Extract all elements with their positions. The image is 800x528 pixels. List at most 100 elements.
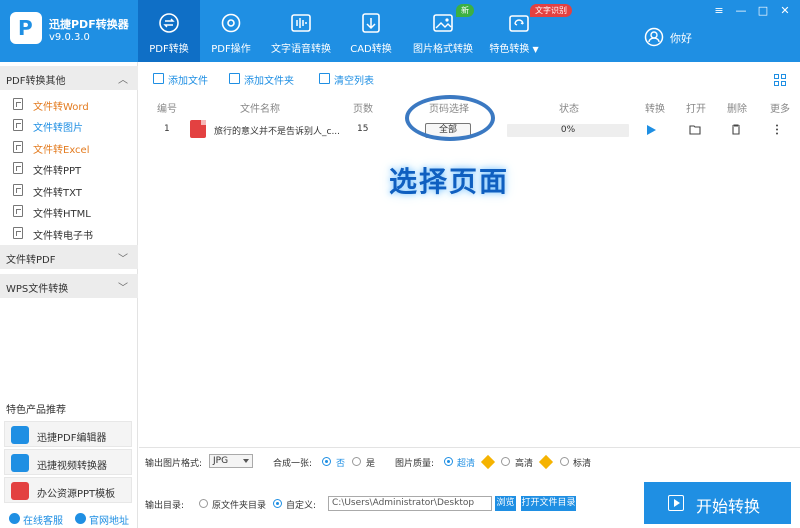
merge-yes-radio[interactable] (352, 457, 361, 466)
section-label: PDF转换其他 (6, 76, 66, 87)
website-link[interactable]: 官网地址 (89, 512, 129, 527)
website-icon (75, 513, 86, 524)
custom-folder-label: 自定义: (286, 501, 317, 511)
add-folder-label: 添加文件夹 (244, 76, 294, 87)
open-folder-button[interactable]: 打开文件目录 (521, 496, 576, 511)
promo-label: 办公资源PPT模板 (37, 489, 116, 500)
custom-folder-radio[interactable] (273, 499, 282, 508)
quality-ultra-radio[interactable] (444, 457, 453, 466)
column-header-convert: 转换 (645, 104, 665, 115)
window-controls: ≡ — □ ✕ (706, 4, 794, 18)
sidebar-item-word[interactable]: 文件转Word (0, 94, 138, 115)
section-file-to-pdf[interactable]: 文件转PDF ﹀ (0, 245, 138, 269)
new-badge: 新 (456, 4, 474, 17)
tab-label-text: 特色转换 (489, 44, 530, 55)
sidebar-item-ebook[interactable]: 文件转电子书 (0, 223, 138, 244)
browse-button[interactable]: 浏览 (495, 496, 516, 511)
close-icon[interactable]: ✕ (776, 4, 794, 18)
ocr-badge: 文字识别 (530, 4, 572, 17)
sidebar-item-label: 文件转电子书 (33, 231, 93, 242)
premium-diamond-icon (538, 454, 554, 470)
ppt-template-icon (11, 482, 29, 500)
maximize-icon[interactable]: □ (754, 4, 772, 18)
output-options: 输出图片格式: JPG 合成一张: 否 是 图片质量: 超清 高清 标清 输出目… (139, 447, 800, 528)
pdf-ops-icon (221, 13, 241, 33)
open-folder-icon[interactable] (689, 124, 701, 135)
promo-pdf-editor[interactable]: 迅捷PDF编辑器 (4, 421, 132, 447)
output-path-input[interactable]: C:\Users\Administrator\Desktop (328, 496, 492, 511)
online-support-link[interactable]: 在线客服 (23, 512, 63, 527)
play-icon (668, 495, 684, 511)
quality-high-radio[interactable] (501, 457, 510, 466)
column-header-index: 编号 (157, 104, 177, 115)
output-dir-label: 输出目录: (145, 501, 185, 511)
file-icon (13, 227, 23, 239)
app-logo: P (10, 12, 42, 44)
more-icon[interactable] (775, 124, 779, 135)
pdf-file-icon (190, 120, 206, 138)
column-header-status: 状态 (559, 104, 579, 115)
cad-icon (362, 13, 380, 33)
quality-ultra-label: 超清 (457, 459, 476, 469)
special-icon (509, 15, 529, 32)
section-wps[interactable]: WPS文件转换 ﹀ (0, 274, 138, 298)
promo-video-converter[interactable]: 迅捷视频转换器 (4, 449, 132, 475)
start-convert-label: 开始转换 (696, 497, 761, 516)
tab-text-voice[interactable]: 文字语音转换 (262, 0, 340, 62)
title-bar: P 迅捷PDF转换器 v9.0.3.0 PDF转换 PDF操作 文字语音转换 C… (0, 0, 800, 62)
column-header-pages: 页数 (353, 104, 373, 115)
image-format-select[interactable]: JPG (209, 454, 253, 468)
promo-label: 迅捷PDF编辑器 (37, 433, 107, 444)
add-file-icon (153, 73, 164, 84)
chevron-down-icon: ﹀ (118, 283, 128, 294)
grid-view-icon[interactable] (774, 74, 786, 86)
highlight-ring (405, 95, 495, 141)
row-filename: 旅行的意义并不是告诉别人_c... (214, 127, 341, 137)
section-pdf-to-other[interactable]: PDF转换其他 ︿ (0, 66, 138, 90)
tab-cad[interactable]: CAD转换 (340, 0, 402, 62)
sidebar-item-html[interactable]: 文件转HTML (0, 201, 138, 222)
pdf-editor-icon (11, 426, 29, 444)
app-title: 迅捷PDF转换器 (49, 18, 129, 31)
promo-ppt-template[interactable]: 办公资源PPT模板 (4, 477, 132, 503)
play-icon[interactable] (647, 125, 656, 135)
sidebar-item-excel[interactable]: 文件转Excel (0, 137, 138, 158)
original-folder-radio[interactable] (199, 499, 208, 508)
main-panel: 添加文件 添加文件夹 清空列表 编号 文件名称 页数 页码选择 状态 转换 打开… (139, 62, 800, 528)
annotation-text: 选择页面 (389, 165, 510, 198)
progress-text: 0% (560, 125, 576, 135)
merge-yes-label: 是 (366, 459, 376, 469)
quality-standard-radio[interactable] (560, 457, 569, 466)
column-header-filename: 文件名称 (240, 104, 280, 115)
video-converter-icon (11, 454, 29, 472)
convert-icon (159, 13, 179, 33)
start-convert-button[interactable]: 开始转换 (644, 482, 791, 524)
sidebar-item-label: 文件转HTML (33, 209, 91, 220)
app-version: v9.0.3.0 (49, 32, 90, 43)
menu-icon[interactable]: ≡ (710, 4, 728, 18)
file-icon (13, 205, 23, 217)
image-icon (433, 14, 453, 32)
quality-standard-label: 标清 (573, 459, 592, 469)
tab-label: 文字语音转换 (271, 44, 331, 55)
tab-pdf-ops[interactable]: PDF操作 (200, 0, 262, 62)
sidebar-item-ppt[interactable]: 文件转PPT (0, 158, 138, 179)
tab-label: 图片格式转换 (413, 44, 473, 55)
sidebar-item-txt[interactable]: 文件转TXT (0, 180, 138, 201)
column-header-delete: 删除 (727, 104, 747, 115)
minimize-icon[interactable]: — (732, 4, 750, 18)
progress-bar: 0% (507, 124, 629, 137)
premium-diamond-icon (480, 454, 496, 470)
column-header-open: 打开 (686, 104, 706, 115)
trash-icon[interactable] (730, 124, 742, 135)
clear-list-label: 清空列表 (334, 76, 374, 87)
sidebar-item-image[interactable]: 文件转图片 (0, 115, 138, 136)
promo-label: 迅捷视频转换器 (37, 461, 107, 472)
tab-pdf-convert[interactable]: PDF转换 (138, 0, 200, 62)
sidebar-item-label: 文件转图片 (33, 123, 83, 134)
merge-no-label: 否 (336, 459, 346, 469)
quality-high-label: 高清 (515, 459, 534, 469)
sidebar: PDF转换其他 ︿ 文件转Word 文件转图片 文件转Excel 文件转PPT … (0, 62, 138, 528)
merge-no-radio[interactable] (322, 457, 331, 466)
image-file-icon (13, 119, 23, 131)
